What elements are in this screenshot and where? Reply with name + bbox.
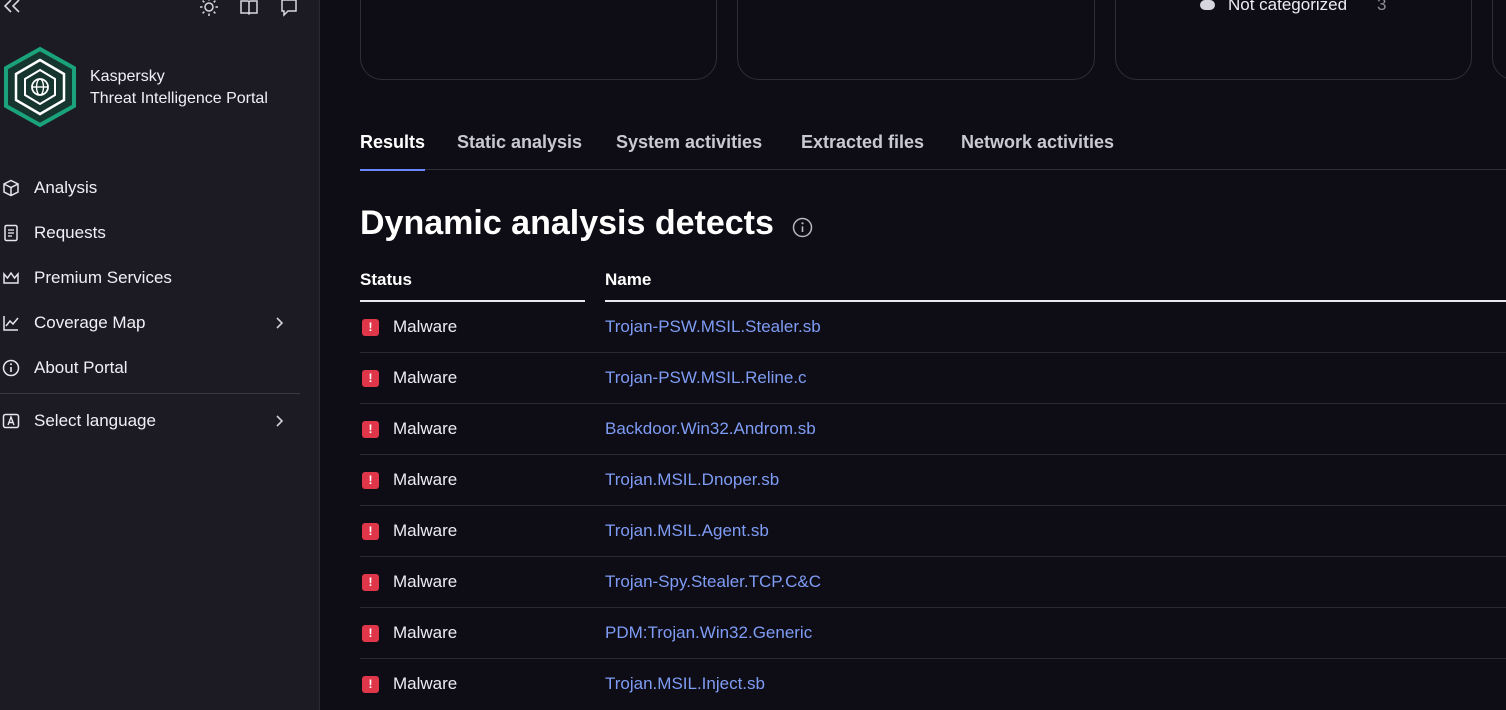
sidebar-item-analysis[interactable]: Analysis xyxy=(0,165,300,210)
table-row: ! Malware Trojan.MSIL.Inject.sb xyxy=(360,659,1506,710)
summary-card xyxy=(360,0,717,80)
cube-icon xyxy=(3,179,19,196)
malware-alert-icon: ! xyxy=(362,676,379,693)
tab-bar: Results Static analysis System activitie… xyxy=(360,132,1506,171)
detection-name-link[interactable]: Trojan.MSIL.Dnoper.sb xyxy=(605,470,779,490)
sidebar-item-select-language[interactable]: Select language xyxy=(0,398,300,443)
sidebar-nav: Analysis Requests Premium Services Cover… xyxy=(0,165,300,443)
book-icon[interactable] xyxy=(239,0,259,17)
table-row: ! Malware Trojan.MSIL.Agent.sb xyxy=(360,506,1506,557)
malware-alert-icon: ! xyxy=(362,370,379,387)
chevron-right-icon xyxy=(276,414,284,427)
malware-alert-icon: ! xyxy=(362,421,379,438)
status-text: Malware xyxy=(393,419,458,438)
summary-card xyxy=(737,0,1095,80)
info-icon xyxy=(2,359,20,376)
status-text: Malware xyxy=(393,470,458,489)
detection-name-link[interactable]: Trojan.MSIL.Agent.sb xyxy=(605,521,769,541)
malware-alert-icon: ! xyxy=(362,625,379,642)
chart-line-icon xyxy=(3,315,19,331)
detection-name-link[interactable]: Trojan-Spy.Stealer.TCP.C&C xyxy=(605,572,821,592)
detection-name-link[interactable]: PDM:Trojan.Win32.Generic xyxy=(605,623,812,643)
sidebar-item-label: Requests xyxy=(34,222,106,242)
table-row: ! Malware Backdoor.Win32.Androm.sb xyxy=(360,404,1506,455)
table-row: ! Malware Trojan.MSIL.Dnoper.sb xyxy=(360,455,1506,506)
detection-name-link[interactable]: Trojan-PSW.MSIL.Reline.c xyxy=(605,368,807,388)
sidebar-item-label: Select language xyxy=(34,410,156,430)
column-header-status[interactable]: Status xyxy=(360,270,412,290)
sidebar-item-label: About Portal xyxy=(34,357,128,377)
tab-static-analysis[interactable]: Static analysis xyxy=(457,132,582,170)
sidebar-item-label: Coverage Map xyxy=(34,312,146,332)
language-icon xyxy=(2,413,20,428)
brand-line-2: Threat Intelligence Portal xyxy=(90,90,268,107)
tab-results[interactable]: Results xyxy=(360,132,426,171)
summary-card xyxy=(1492,0,1506,80)
sidebar-item-label: Premium Services xyxy=(34,267,172,287)
detection-name-link[interactable]: Backdoor.Win32.Androm.sb xyxy=(605,419,816,439)
legend-count: 3 xyxy=(1377,0,1387,14)
brand-name: Kaspersky Threat Intelligence Portal xyxy=(90,66,268,110)
status-text: Malware xyxy=(393,674,458,693)
malware-alert-icon: ! xyxy=(362,523,379,540)
column-header-name[interactable]: Name xyxy=(605,270,651,290)
malware-alert-icon: ! xyxy=(362,472,379,489)
sidebar-item-premium-services[interactable]: Premium Services xyxy=(0,255,300,300)
status-text: Malware xyxy=(393,572,458,591)
status-text: Malware xyxy=(393,317,458,336)
detection-name-link[interactable]: Trojan-PSW.MSIL.Stealer.sb xyxy=(605,317,821,337)
summary-card-categories: Not categorized 3 xyxy=(1115,0,1472,80)
sidebar-item-coverage-map[interactable]: Coverage Map xyxy=(0,300,300,345)
table-row: ! Malware Trojan-PSW.MSIL.Stealer.sb xyxy=(360,302,1506,353)
tab-system-activities[interactable]: System activities xyxy=(616,132,762,170)
legend-dot xyxy=(1200,0,1215,10)
detection-name-link[interactable]: Trojan.MSIL.Inject.sb xyxy=(605,674,765,694)
table-row: ! Malware Trojan-PSW.MSIL.Reline.c xyxy=(360,353,1506,404)
info-icon[interactable] xyxy=(792,217,813,238)
app-root: Kaspersky Threat Intelligence Portal Ana… xyxy=(0,0,1506,710)
table-row: ! Malware PDM:Trojan.Win32.Generic xyxy=(360,608,1506,659)
document-icon xyxy=(4,224,18,241)
kaspersky-logo xyxy=(3,46,76,128)
sidebar: Kaspersky Threat Intelligence Portal Ana… xyxy=(0,0,320,710)
legend-label: Not categorized xyxy=(1228,0,1348,14)
status-text: Malware xyxy=(393,368,458,387)
status-text: Malware xyxy=(393,521,458,540)
sidebar-item-about-portal[interactable]: About Portal xyxy=(0,345,300,390)
chat-icon[interactable] xyxy=(279,0,299,17)
sidebar-item-requests[interactable]: Requests xyxy=(0,210,300,255)
table-row: ! Malware Trojan-Spy.Stealer.TCP.C&C xyxy=(360,557,1506,608)
sidebar-divider xyxy=(0,393,300,394)
malware-alert-icon: ! xyxy=(362,574,379,591)
theme-sun-icon[interactable] xyxy=(199,0,219,17)
crown-icon xyxy=(3,271,19,284)
malware-alert-icon: ! xyxy=(362,319,379,336)
section-title: Dynamic analysis detects xyxy=(360,204,774,242)
tab-extracted-files[interactable]: Extracted files xyxy=(801,132,924,170)
collapse-sidebar-icon[interactable] xyxy=(2,0,22,15)
chevron-right-icon xyxy=(276,316,284,329)
sidebar-item-label: Analysis xyxy=(34,177,98,197)
tab-network-activities[interactable]: Network activities xyxy=(961,132,1114,170)
brand-line-1: Kaspersky xyxy=(90,68,165,85)
status-text: Malware xyxy=(393,623,458,642)
